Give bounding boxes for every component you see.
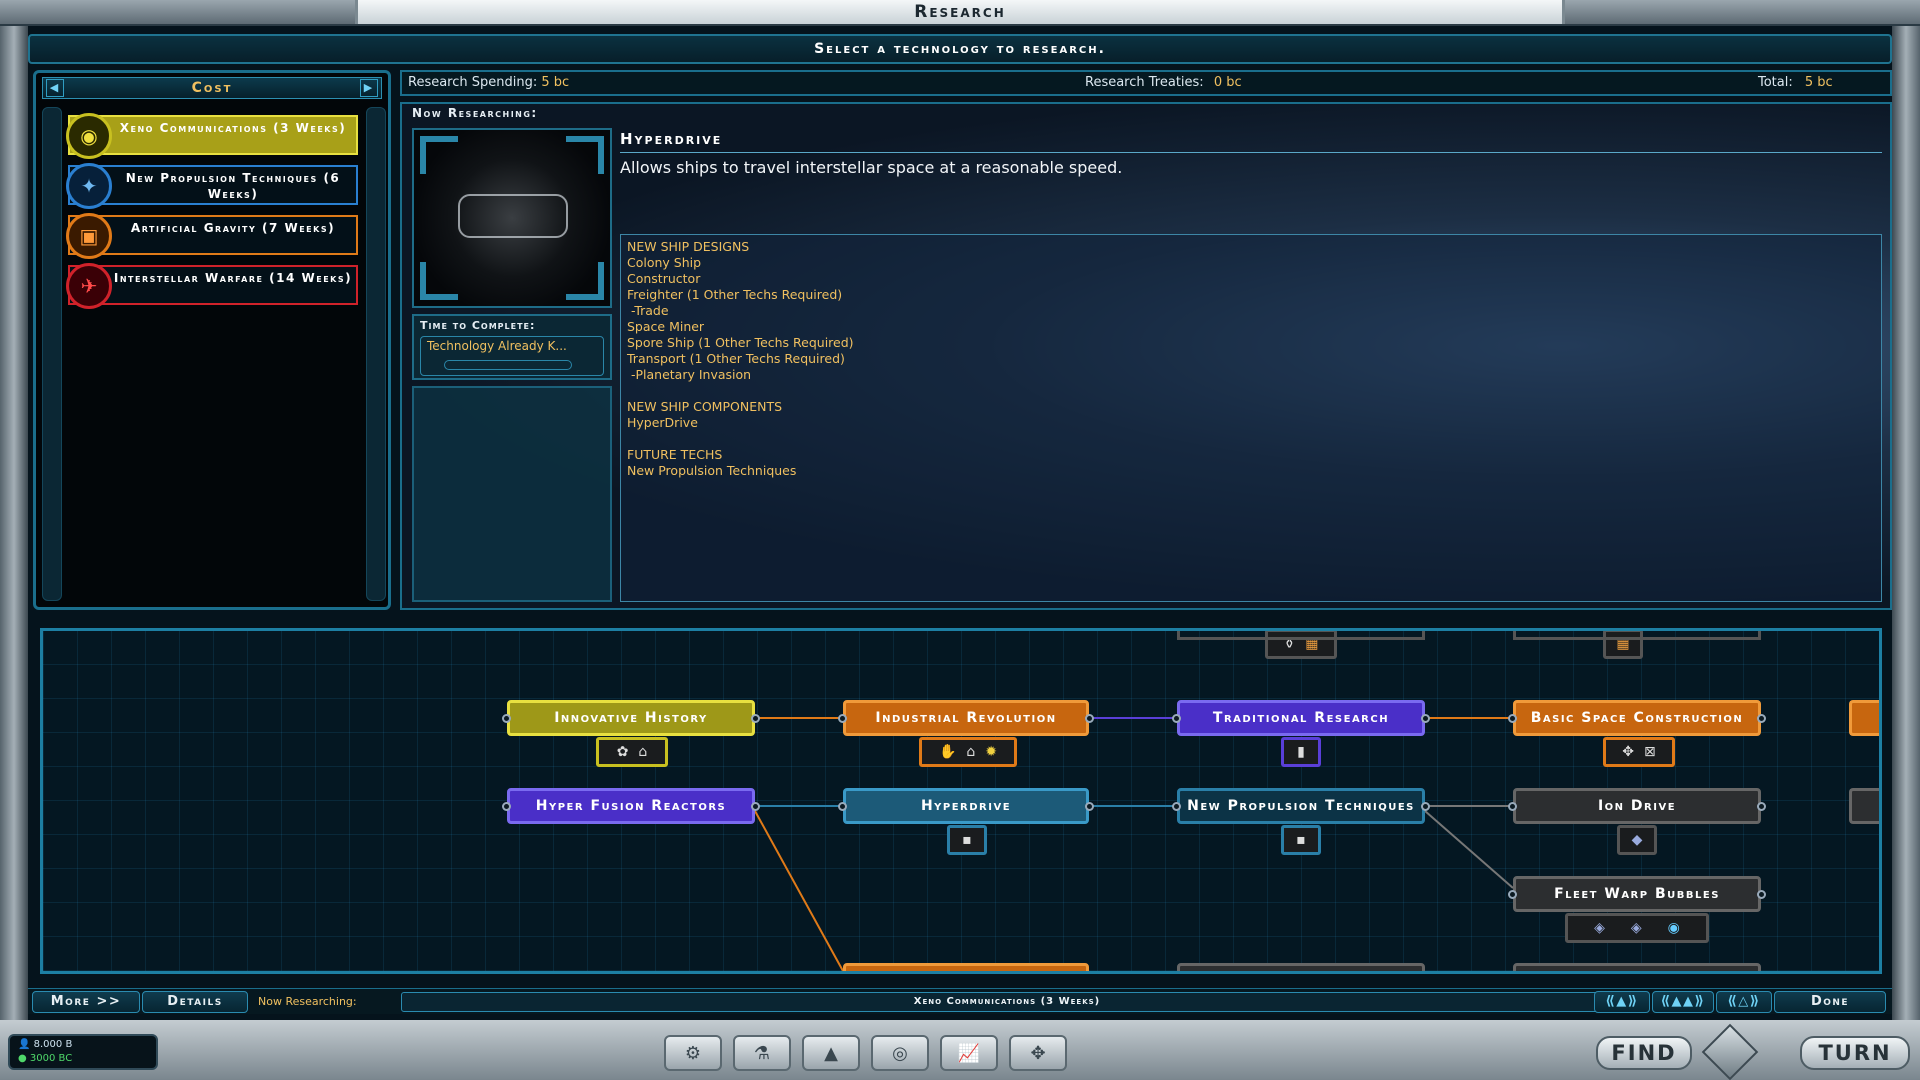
tech-node-partial[interactable] — [1177, 963, 1425, 971]
detail-line: Transport (1 Other Techs Required) — [627, 351, 845, 366]
detail-line: -Trade — [627, 303, 669, 318]
credits-value: 3000 BC — [29, 1053, 73, 1064]
treaties-label: Research Treaties: — [1085, 75, 1204, 90]
instruction-banner: Select a technology to research. — [28, 34, 1892, 64]
propulsion-icon: ✦ — [66, 163, 112, 209]
charts-icon[interactable]: 📈 — [940, 1035, 998, 1071]
speech-bubble-icon: ◉ — [66, 113, 112, 159]
tech-name: Hyperdrive — [620, 130, 723, 148]
filter-all-icon[interactable]: ⟪△⟫ — [1716, 991, 1772, 1013]
time-value: Technology Already K... — [420, 336, 604, 376]
window-title: Research — [355, 0, 1565, 24]
node-icons: ✋ ⌂ ✹ — [919, 737, 1017, 767]
details-button[interactable]: Details — [142, 991, 248, 1013]
left-arrow-icon[interactable]: ◀ — [46, 79, 64, 97]
frame-left — [0, 26, 28, 1020]
more-button[interactable]: More >> — [32, 991, 140, 1013]
detail-line: New Propulsion Techniques — [627, 463, 797, 478]
node-icons: ◈ ◈ ◉ — [1565, 913, 1709, 943]
tech-node-industrial-revolution[interactable]: Industrial Revolution — [838, 700, 1094, 736]
detail-line: Colony Ship — [627, 255, 702, 270]
total-label: Total: — [1758, 75, 1793, 90]
credits-icon: ● — [18, 1053, 27, 1064]
node-icons: ▮ — [1281, 737, 1321, 767]
detail-line: HyperDrive — [627, 415, 698, 430]
time-label: Time to Complete: — [420, 319, 536, 332]
detail-line: Freighter (1 Other Techs Required) — [627, 287, 843, 302]
scroll-rail-left — [42, 107, 62, 601]
time-to-complete: Time to Complete: Technology Already K..… — [412, 314, 612, 380]
detail-line: Space Miner — [627, 319, 705, 334]
tech-node-fleet-warp-bubbles[interactable]: Fleet Warp Bubbles — [1508, 876, 1766, 912]
right-arrow-icon[interactable]: ▶ — [360, 79, 378, 97]
node-icons: ▪ — [1281, 825, 1321, 855]
tech-description: Allows ships to travel interstellar spac… — [620, 158, 1123, 177]
detail-line — [627, 383, 1875, 399]
find-button[interactable]: FIND — [1596, 1036, 1692, 1070]
detail-line: NEW SHIP COMPONENTS — [627, 399, 783, 414]
done-button[interactable]: Done — [1774, 991, 1886, 1013]
tech-node-basic-space-construction[interactable]: Basic Space Construction — [1508, 700, 1766, 736]
tech-image — [412, 128, 612, 308]
detail-line: Constructor — [627, 271, 701, 286]
galaxy-map-icon[interactable]: ⚙ — [664, 1035, 722, 1071]
detail-line — [627, 431, 1875, 447]
progress-bar — [444, 360, 572, 370]
tech-node-new-propulsion-techniques[interactable]: New Propulsion Techniques — [1172, 788, 1430, 824]
filter-ships-icon[interactable]: ⟪▲⟫ — [1594, 991, 1650, 1013]
hyperdrive-ship-icon — [458, 194, 568, 238]
tech-side-panel — [412, 386, 612, 602]
cost-title: Cost — [191, 80, 233, 96]
ship-design-icon[interactable]: ▲ — [802, 1035, 860, 1071]
tech-node-hyper-fusion-reactors[interactable]: Hyper Fusion Reactors — [502, 788, 760, 824]
research-spending-label: Research Spending: — [408, 75, 538, 90]
node-icons: ✿ ⌂ — [596, 737, 668, 767]
warship-icon: ✈ — [66, 263, 112, 309]
tech-node-hyperdrive[interactable]: Hyperdrive — [838, 788, 1094, 824]
tech-node-traditional-research[interactable]: Traditional Research — [1172, 700, 1430, 736]
empire-stats: 👤 8.000 B ● 3000 BC — [8, 1034, 158, 1070]
now-researching-footer-label: Now Researching: — [258, 995, 357, 1008]
planets-icon[interactable]: ◎ — [871, 1035, 929, 1071]
tech-node-partial[interactable] — [1849, 700, 1879, 736]
node-icons: ▪ — [947, 825, 987, 855]
tech-tree[interactable]: ⚱ ▦ ▦ Innovative History ✿ ⌂ Industrial Re… — [40, 628, 1882, 974]
divider — [620, 152, 1882, 153]
diplomacy-icon[interactable]: ✥ — [1009, 1035, 1067, 1071]
research-detail-panel: Now Researching: Time to Complete: Techn… — [400, 102, 1892, 610]
now-researching-footer-value: Xeno Communications (3 Weeks) — [401, 992, 1613, 1012]
detail-line: -Planetary Invasion — [627, 367, 752, 382]
node-icons: ◆ — [1617, 825, 1657, 855]
tech-node-innovative-history[interactable]: Innovative History — [502, 700, 760, 736]
research-flask-icon[interactable]: ⚗ — [733, 1035, 791, 1071]
tech-unlocks-list: NEW SHIP DESIGNS Colony Ship Constructor… — [620, 234, 1882, 602]
detail-line: Spore Ship (1 Other Techs Required) — [627, 335, 854, 350]
cost-header: ◀ Cost ▶ — [42, 77, 382, 99]
research-queue-panel: ◀ Cost ▶ ◉ Xeno Communications (3 Weeks)… — [33, 70, 391, 610]
bottom-toolbar: More >> Details Now Researching: Xeno Co… — [28, 988, 1892, 1014]
population-value: 8.000 B — [33, 1039, 73, 1050]
research-spending-value: 5 bc — [541, 75, 570, 90]
tech-node-ion-drive[interactable]: Ion Drive — [1508, 788, 1766, 824]
frame-right — [1892, 26, 1920, 1020]
tech-node-partial[interactable] — [1513, 963, 1761, 971]
turn-button[interactable]: TURN — [1800, 1036, 1910, 1070]
tech-node-partial[interactable] — [1849, 788, 1879, 824]
now-researching-label: Now Researching: — [412, 106, 538, 120]
title-bar: Research — [0, 0, 1920, 26]
scroll-rail-right[interactable] — [366, 107, 386, 601]
filter-fleet-icon[interactable]: ⟪▲▲⟫ — [1652, 991, 1714, 1013]
population-icon: 👤 — [18, 1039, 31, 1050]
tech-node-partial[interactable] — [843, 963, 1089, 971]
detail-line: NEW SHIP DESIGNS — [627, 239, 750, 254]
treaties-value: 0 bc — [1213, 75, 1242, 90]
detail-line: FUTURE TECHS — [627, 447, 723, 462]
gravity-icon: ▣ — [66, 213, 112, 259]
total-value: 5 bc — [1804, 75, 1833, 90]
research-spending-bar: Research Spending: 5 bc Research Treatie… — [400, 70, 1892, 96]
node-icons: ✥ ⊠ — [1603, 737, 1675, 767]
